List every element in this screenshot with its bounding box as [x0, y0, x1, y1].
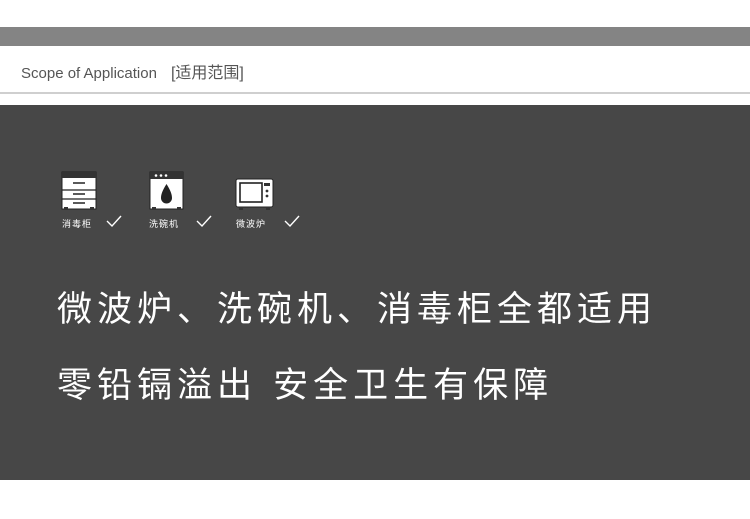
section-title: Scope of Application [适用范围]	[21, 59, 244, 83]
section-header: Scope of Application [适用范围]	[0, 46, 750, 94]
section-title-en: Scope of Application	[21, 65, 157, 82]
check-icon	[106, 215, 122, 227]
top-decorative-bar	[0, 27, 750, 46]
headline-line-2: 零铅镉溢出 安全卫生有保障	[57, 366, 554, 406]
appliance-label-microwave: 微波炉	[236, 220, 267, 230]
check-icon	[284, 215, 300, 227]
section-title-cn: [适用范围]	[170, 65, 244, 82]
headline-line-1: 微波炉、洗碗机、消毒柜全都适用	[57, 290, 658, 330]
dishwasher-icon	[149, 171, 184, 210]
application-panel: 消毒柜 洗碗机 微波炉 微波炉、洗碗机、消毒柜全都适用 零铅镉溢出 安全卫生有保…	[0, 105, 750, 480]
check-icon	[196, 215, 212, 227]
microwave-icon	[235, 178, 274, 210]
sterilizer-cabinet-icon	[61, 171, 97, 210]
appliance-label-dishwasher: 洗碗机	[149, 220, 180, 230]
appliance-label-sterilizer: 消毒柜	[62, 220, 93, 230]
